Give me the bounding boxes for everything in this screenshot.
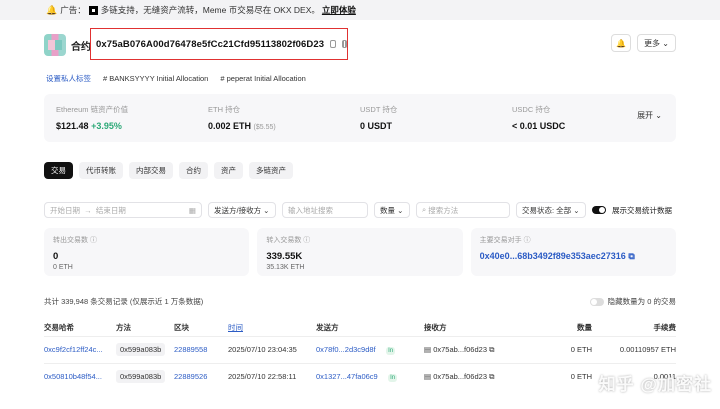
- tab-transactions[interactable]: 交易: [44, 162, 73, 179]
- block-link[interactable]: 22889526: [174, 362, 228, 390]
- tx-hash-link[interactable]: 0x50810b48f54...: [44, 362, 116, 390]
- balance-usdt: USDT 持仓 0 USDT: [360, 105, 398, 131]
- tab-internal-tx[interactable]: 内部交易: [129, 162, 173, 179]
- tx-amount: 0 ETH: [524, 335, 592, 363]
- copy-icon: ⧉: [489, 371, 495, 381]
- contract-avatar: [44, 34, 66, 56]
- contract-header: 合约 0x75aB076A00d76478e5fCc21Cfd95113802f…: [44, 28, 676, 60]
- stat-outgoing: 转出交易数 ⓘ 0 0 ETH: [44, 228, 250, 276]
- show-stats-label: 展示交易统计数据: [612, 205, 672, 215]
- col-time[interactable]: 时间: [228, 320, 316, 336]
- tab-contract[interactable]: 合约: [179, 162, 208, 179]
- tag-banksyyyy[interactable]: # BANKSYYYY Initial Allocation: [103, 74, 208, 83]
- record-count: 共计 339,948 条交易记录 (仅展示近 1 万条数据): [44, 297, 204, 306]
- okx-logo-icon: [88, 5, 98, 15]
- stat-top-counterparty: 主要交易对手 ⓘ 0x40e0...68b3492f89e353aec27316…: [470, 228, 676, 276]
- method-badge: 0x599a083b: [116, 343, 166, 356]
- balance-eth: ETH 持仓 0.002 ETH ($5.55): [208, 105, 276, 131]
- col-from: 发送方: [316, 323, 339, 333]
- direction-select[interactable]: 发送方/接收方 ⌄: [208, 202, 276, 218]
- counterparty-address-link[interactable]: 0x40e0...68b3492f89e353aec27316 ⧉: [480, 251, 667, 262]
- tab-assets[interactable]: 资产: [214, 162, 243, 179]
- show-stats-toggle[interactable]: [592, 206, 606, 214]
- copy-icon: ⧉: [489, 344, 495, 354]
- ad-cta-link[interactable]: 立即体验: [322, 4, 356, 16]
- contract-address: 0x75aB076A00d76478e5fCc21Cfd95113802f06D…: [96, 38, 325, 50]
- calendar-icon: ▦: [188, 205, 196, 215]
- tag-peperat[interactable]: # peperat Initial Allocation: [220, 74, 305, 83]
- balance-panel: Ethereum 链资产价值 $121.48 +3.95% ETH 持仓 0.0…: [44, 94, 676, 142]
- date-range-picker[interactable]: 开始日期 → 结束日期 ▦: [44, 202, 202, 218]
- col-amount: 数量: [577, 323, 592, 333]
- file-icon: ▤: [424, 344, 432, 354]
- tag-row: 设置私人标签 # BANKSYYYY Initial Allocation # …: [46, 73, 306, 84]
- from-address-link[interactable]: 0x1327...47fa06c9: [316, 372, 378, 381]
- to-address: ▤ 0x75ab...f06d23 ⧉: [424, 362, 524, 390]
- stats-panel: 转出交易数 ⓘ 0 0 ETH 转入交易数 ⓘ 339.55K 35.13K E…: [44, 228, 676, 276]
- tx-time: 2025/07/10 22:58:11: [228, 362, 316, 390]
- tab-token-transfers[interactable]: 代币转账: [79, 162, 123, 179]
- tx-time: 2025/07/10 23:04:35: [228, 335, 316, 363]
- col-method: 方法: [116, 323, 131, 333]
- table-row: 0xc9f2cf12ff24c... 0x599a083b 22889558 2…: [44, 335, 676, 363]
- hide-zero-toggle[interactable]: [589, 297, 604, 306]
- to-address: ▤ 0x75ab...f06d23 ⧉: [424, 335, 524, 363]
- tab-multichain-assets[interactable]: 多链资产: [249, 162, 293, 179]
- change-badge: +3.95%: [91, 121, 122, 131]
- set-private-tag-link[interactable]: 设置私人标签: [46, 73, 91, 84]
- address-highlight-box: 0x75aB076A00d76478e5fCc21Cfd95113802f06D…: [90, 28, 348, 60]
- tx-amount: 0 ETH: [524, 362, 592, 390]
- direction-badge: In: [388, 374, 398, 383]
- search-icon: ⌕: [422, 205, 427, 214]
- contract-label: 合约: [71, 41, 91, 53]
- bell-icon: 🔔: [46, 4, 58, 15]
- more-button[interactable]: 更多 ⌄: [637, 34, 676, 52]
- col-to: 接收方: [424, 323, 447, 333]
- qr-code-icon[interactable]: [341, 40, 347, 48]
- method-badge: 0x599a083b: [116, 370, 166, 384]
- stat-incoming: 转入交易数 ⓘ 339.55K 35.13K ETH: [257, 228, 463, 276]
- from-address-link[interactable]: 0x78f0...2d3c9d8f: [316, 345, 376, 354]
- method-search-input[interactable]: ⌕ 搜索方法: [416, 202, 510, 218]
- col-hash: 交易哈希: [44, 323, 74, 333]
- transactions-table: 交易哈希 方法 区块 时间 发送方 接收方 数量 手续费 0xc9f2cf12f…: [44, 320, 676, 390]
- status-select[interactable]: 交易状态: 全部 ⌄: [516, 202, 586, 218]
- tx-hash-link[interactable]: 0xc9f2cf12ff24c...: [44, 335, 116, 363]
- copy-icon: ⧉: [628, 251, 635, 261]
- summary-row: 共计 339,948 条交易记录 (仅展示近 1 万条数据) 隐藏数量为 0 的…: [44, 297, 676, 306]
- col-fee: 手续费: [653, 323, 677, 333]
- watermark: 知乎 @加密社: [598, 375, 712, 394]
- table-row: 0x50810b48f54... 0x599a083b 22889526 202…: [44, 362, 676, 390]
- address-search-input[interactable]: 输入地址搜索: [282, 202, 368, 218]
- tab-bar: 交易 代币转账 内部交易 合约 资产 多链资产: [44, 162, 293, 179]
- ad-prefix: 广告：: [60, 5, 86, 15]
- filter-bar: 开始日期 → 结束日期 ▦ 发送方/接收方 ⌄ 输入地址搜索 数量 ⌄ ⌕ 搜索…: [44, 202, 676, 218]
- bell-icon: 🔔: [616, 38, 627, 48]
- quantity-select[interactable]: 数量 ⌄: [374, 202, 410, 218]
- block-link[interactable]: 22889558: [174, 335, 228, 363]
- col-block: 区块: [174, 323, 189, 333]
- tx-fee: 0.00110957 ETH: [592, 335, 676, 363]
- ad-text: 多链支持，无缝资产流转，Meme 币交易尽在 OKX DEX。: [100, 5, 320, 15]
- ad-banner: 🔔 广告： 多链支持，无缝资产流转，Meme 币交易尽在 OKX DEX。 立即…: [0, 0, 720, 20]
- balance-chain-value: Ethereum 链资产价值 $121.48 +3.95%: [56, 105, 129, 131]
- file-icon: ▤: [424, 371, 432, 381]
- direction-badge: In: [386, 347, 396, 355]
- notification-button[interactable]: 🔔: [611, 34, 632, 52]
- copy-icon[interactable]: [330, 40, 336, 48]
- expand-button[interactable]: 展开 ⌄: [637, 110, 662, 121]
